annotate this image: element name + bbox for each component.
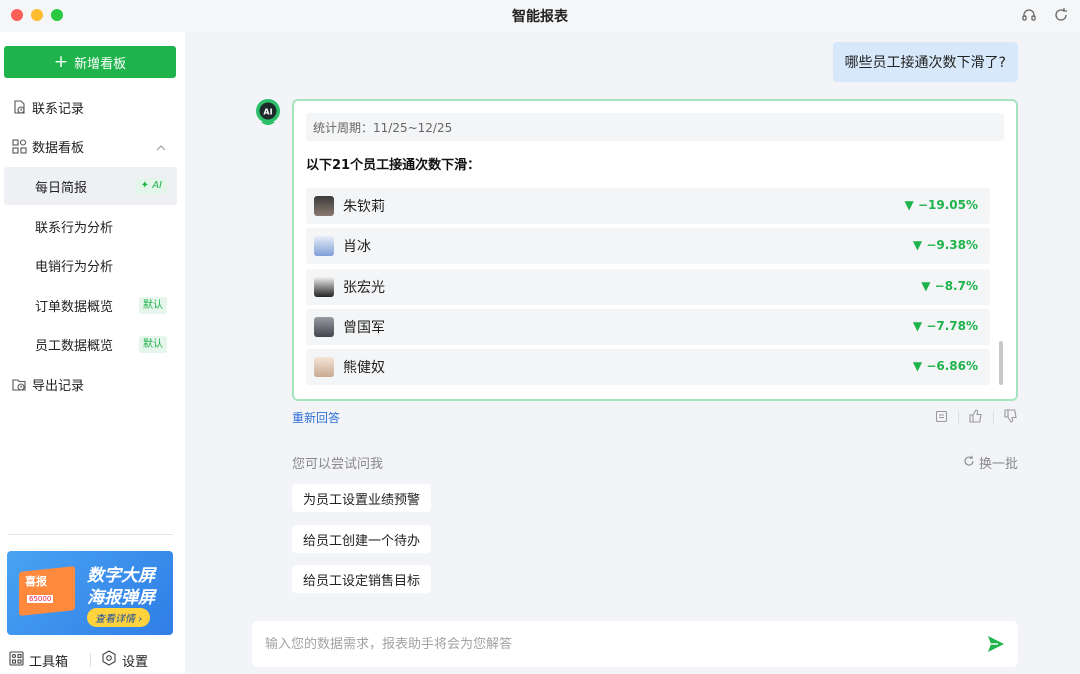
sidebar-item-label: 数据看板	[32, 140, 85, 156]
sidebar-footer: 工具箱 设置	[0, 648, 185, 672]
chevron-up-icon[interactable]	[156, 140, 166, 155]
thumbs-up-icon[interactable]	[969, 409, 983, 427]
avatar	[314, 276, 334, 297]
assistant-avatar: AI	[255, 98, 281, 128]
plus-icon: +	[53, 51, 69, 72]
avatar	[314, 357, 334, 378]
suggestions-title: 您可以尝试问我	[292, 457, 384, 472]
sidebar-item-contact-analysis[interactable]: 联系行为分析	[4, 207, 177, 245]
sidebar-item-dashboards[interactable]: 数据看板	[4, 127, 176, 165]
poster-board-number: 65000	[27, 595, 54, 603]
new-board-button[interactable]: + 新增看板	[4, 46, 176, 78]
answer-headline: 以下21个员工接通次数下滑：	[306, 158, 481, 173]
toolbox-label: 工具箱	[29, 654, 69, 670]
title-bar: 智能报表	[0, 0, 1080, 32]
chat-input-box	[252, 621, 1018, 667]
sidebar-item-label: 每日简报	[35, 180, 88, 196]
chat-area: 哪些员工接通次数下滑了? AI 统计周期：11/25~12/25 以下21个员工…	[185, 32, 1080, 674]
change-value: ▼ −19.05%	[904, 198, 978, 212]
sidebar-item-employee-overview[interactable]: 员工数据概览 默认	[4, 325, 177, 363]
thumbs-down-icon[interactable]	[1004, 409, 1018, 427]
settings-button[interactable]: 设置	[101, 650, 148, 670]
change-value: ▼ −6.86%	[912, 359, 978, 374]
change-value: ▼ −7.78%	[912, 318, 978, 333]
employee-name: 熊健奴	[343, 360, 385, 377]
retry-link[interactable]: 重新回答	[292, 409, 340, 426]
ai-badge: ✦ AI	[135, 178, 167, 194]
sidebar-item-order-overview[interactable]: 订单数据概览 默认	[4, 286, 177, 324]
suggestion-chip[interactable]: 给员工创建一个待办	[292, 525, 432, 553]
change-value: ▼ −8.7%	[921, 278, 978, 293]
sidebar-item-label: 联系记录	[32, 101, 85, 117]
default-badge: 默认	[139, 297, 167, 314]
divider	[993, 412, 994, 424]
sidebar: + 新增看板 联系记录 数据看板 每日简报 ✦ AI 联系行为分析 电销行为分析…	[0, 32, 185, 674]
sidebar-item-label: 联系行为分析	[35, 220, 114, 236]
maximize-window-button[interactable]	[51, 9, 63, 21]
poster-board-title: 喜报	[25, 575, 47, 588]
chat-input[interactable]	[265, 636, 955, 652]
refresh-suggestions-button[interactable]: 换一批	[963, 453, 1018, 472]
sidebar-item-export-records[interactable]: 导出记录	[4, 365, 176, 403]
avatar	[314, 196, 334, 216]
list-scrollbar[interactable]	[999, 341, 1003, 385]
divider	[90, 653, 92, 667]
send-icon[interactable]	[986, 634, 1006, 654]
gear-icon	[101, 650, 117, 670]
employee-name: 肖冰	[343, 239, 371, 256]
sidebar-item-telesales-analysis[interactable]: 电销行为分析	[4, 246, 177, 284]
toolbox-button[interactable]: 工具箱	[9, 650, 69, 670]
window-controls	[11, 9, 63, 21]
grid-icon	[11, 138, 27, 154]
sidebar-item-label: 导出记录	[32, 378, 85, 394]
answer-card: 统计周期：11/25~12/25 以下21个员工接通次数下滑： 朱钦莉 ▼ −1…	[292, 99, 1018, 401]
suggestion-chip[interactable]: 为员工设置业绩预警	[292, 484, 432, 512]
default-badge: 默认	[139, 336, 167, 353]
feedback-bar	[935, 409, 1018, 427]
sidebar-item-contact-records[interactable]: 联系记录	[4, 88, 176, 126]
list-item[interactable]: 熊健奴 ▼ −6.86%	[306, 349, 990, 386]
sidebar-item-label: 订单数据概览	[35, 299, 114, 315]
minimize-window-button[interactable]	[31, 9, 43, 21]
app-title: 智能报表	[512, 9, 568, 25]
employee-name: 朱钦莉	[343, 199, 385, 215]
refresh-icon	[963, 455, 975, 471]
change-value: ▼ −9.38%	[912, 238, 978, 253]
toolbox-icon	[9, 650, 24, 670]
employee-name: 张宏光	[343, 279, 385, 296]
promo-banner[interactable]: 喜报 65000 数字大屏 海报弹屏 查看详情 ›	[7, 551, 173, 635]
employee-list: 朱钦莉 ▼ −19.05% 肖冰 ▼ −9.38% 张宏光 ▼ −8.7% 曾国…	[306, 188, 990, 389]
sidebar-item-label: 电销行为分析	[35, 259, 114, 275]
sidebar-item-daily-brief[interactable]: 每日简报 ✦ AI	[4, 167, 177, 205]
user-message-bubble: 哪些员工接通次数下滑了?	[832, 42, 1018, 82]
list-item[interactable]: 肖冰 ▼ −9.38%	[306, 228, 990, 265]
period-label: 统计周期：11/25~12/25	[306, 113, 1004, 141]
list-item[interactable]: 张宏光 ▼ −8.7%	[306, 268, 990, 305]
refresh-icon[interactable]	[1052, 6, 1070, 24]
promo-line2: 海报弹屏	[87, 588, 155, 608]
avatar	[314, 236, 334, 257]
copy-icon[interactable]	[935, 410, 948, 427]
avatar	[314, 316, 334, 337]
refresh-label: 换一批	[978, 457, 1018, 472]
settings-label: 设置	[122, 654, 149, 670]
sidebar-item-label: 员工数据概览	[35, 338, 114, 354]
list-item[interactable]: 曾国军 ▼ −7.78%	[306, 308, 990, 345]
clock-file-icon	[11, 376, 27, 392]
svg-text:AI: AI	[263, 108, 272, 117]
divider	[8, 534, 173, 535]
promo-details-button[interactable]: 查看详情 ›	[87, 608, 151, 627]
new-board-label: 新增看板	[74, 56, 127, 72]
clock-file-icon	[11, 99, 27, 115]
suggestion-chip[interactable]: 给员工设定销售目标	[292, 565, 432, 593]
employee-name: 曾国军	[343, 319, 385, 336]
divider	[958, 412, 959, 424]
list-item[interactable]: 朱钦莉 ▼ −19.05%	[306, 188, 990, 224]
close-window-button[interactable]	[11, 9, 23, 21]
headset-icon[interactable]	[1020, 6, 1038, 24]
